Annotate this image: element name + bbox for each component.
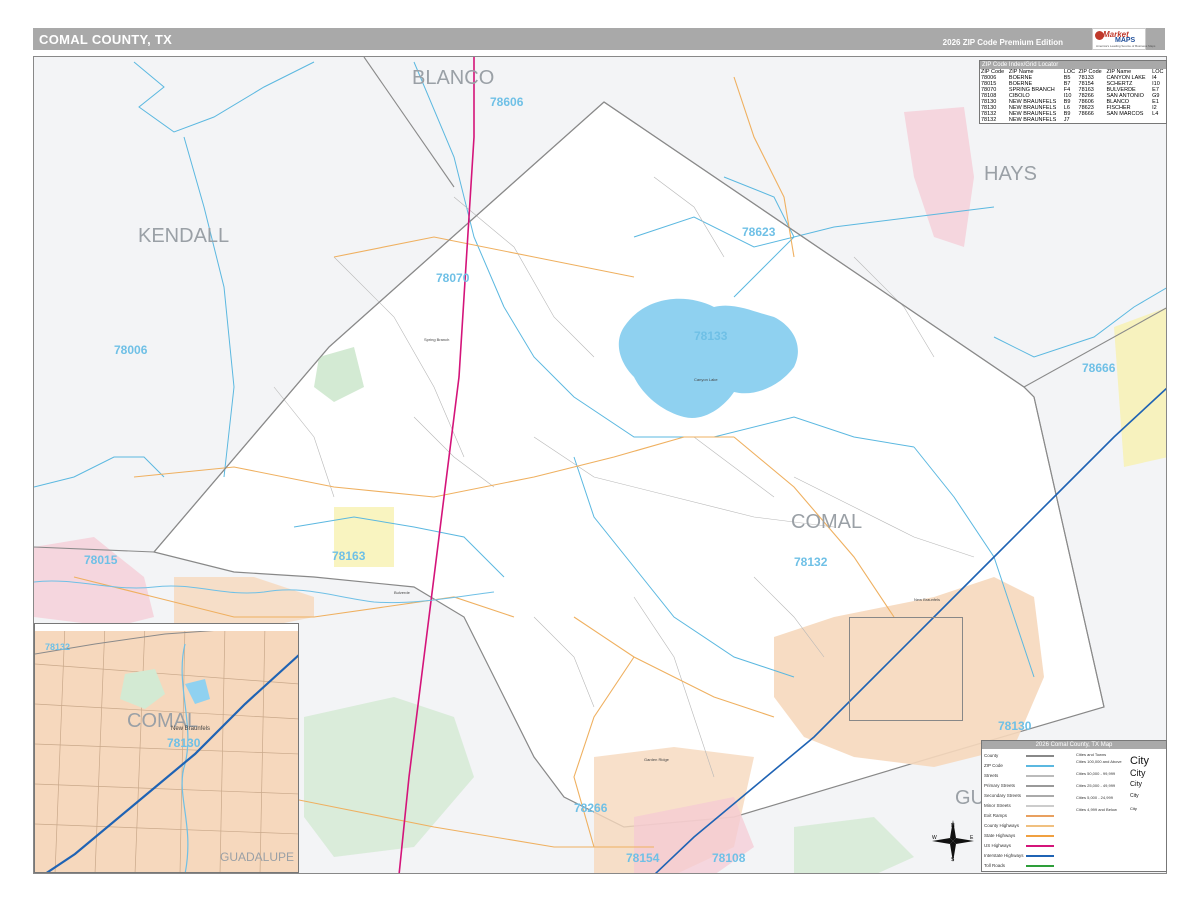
compass-w: W	[932, 835, 937, 841]
place-bulverde: Bulverde	[394, 590, 410, 595]
map-header: COMAL COUNTY, TX 2026 ZIP Code Premium E…	[33, 28, 1165, 50]
inset-extent-box	[849, 617, 963, 721]
legend-swatch	[1026, 845, 1054, 847]
cell	[1151, 117, 1166, 123]
zip-index-grid: ZIP Code ZIP Name LOC ZIP Code ZIP Name …	[980, 69, 1166, 123]
legend-swatch	[1026, 775, 1054, 777]
cell	[1105, 117, 1151, 123]
compass-rose-icon: N S E W	[932, 820, 974, 863]
county-label-blanco: BLANCO	[412, 67, 495, 89]
legend-swatch	[1026, 815, 1054, 817]
legend-item-label: County	[984, 753, 999, 758]
cell: 78132	[981, 117, 997, 123]
legend-subhead: Cities and Towns	[1076, 752, 1107, 757]
legend-swatch	[1026, 795, 1054, 797]
legend-swatch	[1026, 755, 1054, 757]
legend-item-label: County Highways	[984, 823, 1020, 828]
zip-index-title: ZIP Code Index/Grid Locator	[980, 61, 1166, 69]
logo-line2: MAPS	[1115, 37, 1136, 44]
zip-label-78163: 78163	[332, 549, 366, 563]
legend-item-label: Primary Streets	[984, 783, 1016, 788]
table-row: 78132 NEW BRAUNFELS J7	[980, 117, 1166, 123]
county-label-comal: COMAL	[791, 511, 863, 533]
cell	[1078, 117, 1106, 123]
legend-item-label: US Highways	[984, 843, 1012, 848]
zip-label-78132: 78132	[794, 555, 828, 569]
legend-swatch	[1026, 855, 1054, 857]
edition-label: 2026 ZIP Code Premium Edition	[942, 38, 1063, 47]
legend-city-class: Cities 4,999 and Below	[1076, 807, 1117, 812]
legend-item-label: Toll Roads	[984, 863, 1006, 868]
legend-swatch	[1026, 765, 1054, 767]
zip-label-78006: 78006	[114, 343, 148, 357]
legend-city-class: Cities 25,000 - 49,999	[1076, 783, 1116, 788]
compass-s: S	[951, 857, 955, 863]
zip-label-78015: 78015	[84, 553, 118, 567]
zip-label-78154: 78154	[626, 851, 660, 865]
zip-label-78266: 78266	[574, 801, 608, 815]
legend-item-label: Interstate Highways	[984, 853, 1024, 858]
legend-swatch	[1026, 865, 1054, 867]
legend-item-label: Exit Ramps	[984, 813, 1008, 818]
zip-index-table: ZIP Code Index/Grid Locator ZIP Code ZIP…	[979, 60, 1167, 124]
cell: J7	[1063, 117, 1070, 123]
legend-title: 2026 Comal County, TX Map	[982, 741, 1166, 749]
legend-city-sample: City	[1130, 755, 1149, 768]
inset-map-new-braunfels[interactable]: 78132 COMAL 78130 New Braunfels GUADALUP…	[34, 623, 299, 873]
compass-n: N	[951, 823, 955, 829]
zip-label-78108: 78108	[712, 851, 746, 865]
inset-zip-78132: 78132	[45, 642, 71, 652]
legend-item-label: Secondary Streets	[984, 793, 1022, 798]
county-label-hays: HAYS	[984, 163, 1037, 185]
inset-header	[35, 624, 298, 631]
cell: NEW BRAUNFELS	[1008, 117, 1057, 123]
legend-item-label: Streets	[984, 773, 999, 778]
legend-item-label: ZIP Code	[984, 763, 1003, 768]
legend-city-sample: City	[1130, 780, 1143, 788]
zip-label-78606: 78606	[490, 95, 524, 109]
legend-item-label: State Highways	[984, 833, 1016, 838]
compass-e: E	[970, 835, 974, 841]
legend-city-sample: City	[1130, 805, 1137, 811]
map-legend: 2026 Comal County, TX Map County ZIP Code…	[981, 740, 1167, 872]
map-title: COMAL COUNTY, TX	[39, 32, 173, 47]
inset-zip-78130: 78130	[167, 736, 201, 750]
legend-item-label: Minor Streets	[984, 803, 1011, 808]
zip-label-78133: 78133	[694, 329, 728, 343]
legend-swatch	[1026, 835, 1054, 837]
market-maps-logo: Market MAPS America's Leading Source of …	[1092, 28, 1155, 50]
place-garden-ridge: Garden Ridge	[644, 757, 669, 762]
legend-swatch	[1026, 785, 1054, 787]
legend-swatch	[1026, 805, 1054, 807]
county-label-kendall: KENDALL	[138, 225, 230, 247]
logo-tagline: America's Leading Source of Business Map…	[1096, 44, 1156, 48]
zip-label-78666: 78666	[1082, 361, 1116, 375]
place-canyon-lake: Canyon Lake	[694, 377, 718, 382]
zip-label-78130: 78130	[998, 719, 1032, 733]
legend-city-class: Cities 100,000 and Above	[1076, 759, 1122, 764]
inset-city-new-braunfels: New Braunfels	[171, 726, 211, 732]
place-spring-branch: Spring Branch	[424, 337, 450, 342]
legend-city-class: Cities 50,000 - 99,999	[1076, 771, 1116, 776]
inset-county-guadalupe: GUADALUPE	[220, 850, 295, 864]
legend-city-sample: City	[1130, 768, 1146, 778]
zip-label-78070: 78070	[436, 271, 470, 285]
place-new-braunfels: New Braunfels	[914, 597, 941, 602]
legend-city-sample: City	[1130, 793, 1139, 800]
legend-swatch	[1026, 825, 1054, 827]
legend-city-class: Cities 5,000 - 24,999	[1076, 795, 1113, 800]
zip-label-78623: 78623	[742, 225, 776, 239]
